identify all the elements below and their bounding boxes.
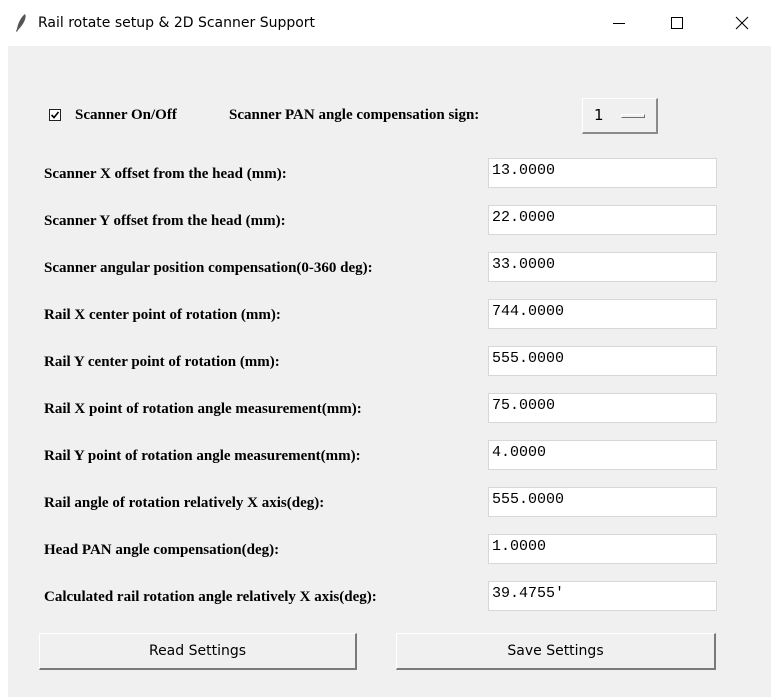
save-settings-button[interactable]: Save Settings — [396, 633, 716, 670]
scanner-on-off-label[interactable]: Scanner On/Off — [75, 107, 177, 124]
checkmark-icon — [50, 111, 60, 119]
maximize-button[interactable] — [654, 0, 700, 46]
rail-angle-input[interactable]: 555.0000 — [488, 487, 717, 517]
field-label-rail-x-measurement: Rail X point of rotation angle measureme… — [44, 401, 362, 417]
scanner-angular-compensation-input[interactable]: 33.0000 — [488, 252, 717, 282]
scanner-on-off-checkbox[interactable] — [49, 109, 61, 121]
rail-y-measurement-input[interactable]: 4.0000 — [488, 440, 717, 470]
close-icon — [735, 16, 749, 30]
pan-sign-value: 1 — [594, 106, 604, 124]
pan-sign-label: Scanner PAN angle compensation sign: — [229, 107, 480, 123]
field-label-rail-x-center: Rail X center point of rotation (mm): — [44, 307, 281, 323]
field-label-calculated-rail-angle: Calculated rail rotation angle relativel… — [44, 589, 377, 605]
rail-x-measurement-input[interactable]: 75.0000 — [488, 393, 717, 423]
calculated-rail-angle-input[interactable]: 39.4755' — [488, 581, 717, 611]
read-settings-button[interactable]: Read Settings — [39, 633, 357, 670]
pan-sign-dropdown[interactable]: 1 — [582, 98, 658, 134]
title-bar: Rail rotate setup & 2D Scanner Support — [0, 0, 779, 46]
head-pan-compensation-input[interactable]: 1.0000 — [488, 534, 717, 564]
close-button[interactable] — [719, 0, 765, 46]
minimize-button[interactable] — [596, 0, 642, 46]
field-label-scanner-x-offset: Scanner X offset from the head (mm): — [44, 166, 287, 182]
rail-y-center-input[interactable]: 555.0000 — [488, 346, 717, 376]
field-label-rail-y-measurement: Rail Y point of rotation angle measureme… — [44, 448, 361, 464]
maximize-icon — [671, 17, 683, 29]
rail-x-center-input[interactable]: 744.0000 — [488, 299, 717, 329]
minimize-icon — [613, 23, 625, 24]
field-label-rail-angle: Rail angle of rotation relatively X axis… — [44, 495, 325, 511]
scanner-y-offset-input[interactable]: 22.0000 — [488, 205, 717, 235]
scanner-x-offset-input[interactable]: 13.0000 — [488, 158, 717, 188]
field-label-scanner-angular-compensation: Scanner angular position compensation(0-… — [44, 260, 373, 276]
field-label-scanner-y-offset: Scanner Y offset from the head (mm): — [44, 213, 286, 229]
feather-icon — [16, 14, 26, 32]
field-label-head-pan-compensation: Head PAN angle compensation(deg): — [44, 542, 280, 558]
dropdown-indicator-icon — [621, 114, 645, 118]
window-title: Rail rotate setup & 2D Scanner Support — [38, 15, 316, 31]
field-label-rail-y-center: Rail Y center point of rotation (mm): — [44, 354, 280, 370]
